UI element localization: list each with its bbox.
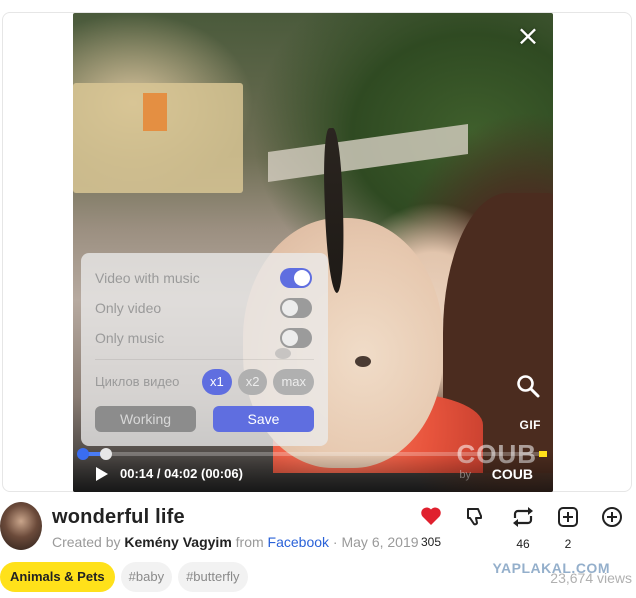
toggle-knob	[294, 270, 310, 286]
add-to-board-button[interactable]: 2	[553, 506, 583, 551]
save-button[interactable]: Save	[213, 406, 314, 432]
option-only-music[interactable]: Only music	[95, 323, 314, 353]
tag-category[interactable]: Animals & Pets	[0, 562, 115, 592]
playback-settings-panel: Video with music Only video Only music Ц…	[81, 253, 328, 446]
avatar[interactable]	[0, 502, 42, 550]
working-button[interactable]: Working	[95, 406, 196, 432]
tag-item[interactable]: #butterfly	[178, 562, 248, 592]
site-watermark: YAPLAKAL.COM	[492, 560, 610, 576]
player-controls: 00:14 / 04:02 (00:06) COUB	[73, 448, 553, 492]
byline: Created by Kemény Vagyim from Facebook ·…	[52, 534, 419, 550]
add-box-icon	[558, 507, 578, 527]
scene-bench	[268, 123, 468, 183]
close-button[interactable]: ×	[515, 22, 541, 50]
scene-eye	[355, 356, 371, 367]
progress-scrubber[interactable]	[100, 448, 113, 460]
like-count: 305	[420, 535, 442, 549]
loop-option-max[interactable]: max	[273, 369, 314, 395]
plus-circle-icon	[602, 507, 622, 527]
divider	[95, 359, 314, 360]
loop-option-x2[interactable]: x2	[237, 369, 268, 395]
toggle-knob	[282, 300, 298, 316]
source-link[interactable]: Facebook	[268, 534, 329, 550]
toggle-switch[interactable]	[280, 328, 312, 348]
option-video-with-music[interactable]: Video with music	[95, 263, 314, 293]
progress-end-marker	[539, 451, 547, 457]
option-label: Only music	[95, 330, 165, 346]
created-by-label: Created by	[52, 534, 121, 550]
more-button[interactable]	[597, 506, 627, 537]
like-button[interactable]: 305	[416, 506, 446, 549]
loop-options: x1 x2 max	[201, 369, 314, 395]
toggle-switch[interactable]	[280, 298, 312, 318]
play-icon[interactable]	[95, 466, 109, 482]
time-current: 00:14	[120, 466, 154, 481]
toggle-knob	[282, 330, 298, 346]
date: May 6, 2019	[341, 534, 419, 550]
search-icon[interactable]	[515, 373, 541, 399]
loop-count-label: Циклов видео	[95, 374, 180, 389]
coub-page: × Video with music Only video Only music…	[0, 0, 636, 598]
option-only-video[interactable]: Only video	[95, 293, 314, 323]
coub-meta: wonderful life Created by Kemény Vagyim …	[0, 496, 636, 556]
progress-start-marker	[77, 448, 89, 460]
recoub-button[interactable]: 46	[508, 506, 538, 551]
heart-icon	[421, 507, 441, 525]
dislike-button[interactable]	[460, 506, 490, 537]
settings-buttons: Working Save	[95, 406, 314, 432]
toggle-switch[interactable]	[280, 268, 312, 288]
recoub-icon	[513, 507, 533, 527]
from-label: from	[235, 534, 264, 550]
video-player[interactable]: × Video with music Only video Only music…	[73, 13, 553, 492]
progress-bar[interactable]	[77, 448, 547, 460]
time-total: 04:02	[164, 466, 198, 481]
option-label: Only video	[95, 300, 162, 316]
recoub-count: 46	[516, 537, 530, 551]
loop-count-row: Циклов видео x1 x2 max	[95, 368, 314, 396]
time-clip: (00:06)	[201, 466, 243, 481]
time-separator: /	[156, 466, 161, 481]
coub-title[interactable]: wonderful life	[52, 506, 185, 529]
separator: ·	[332, 534, 338, 550]
tag-list: Animals & Pets #baby #butterfly	[0, 562, 248, 592]
gif-button[interactable]: GIF	[520, 418, 542, 432]
action-buttons: 305 46 2	[416, 506, 626, 552]
tag-item[interactable]: #baby	[120, 562, 173, 592]
dislike-icon	[467, 508, 482, 526]
option-label: Video with music	[95, 270, 200, 286]
loop-option-x1[interactable]: x1	[201, 369, 232, 395]
coub-logo[interactable]: COUB	[492, 466, 533, 482]
time-display: 00:14 / 04:02 (00:06)	[120, 466, 243, 481]
author-link[interactable]: Kemény Vagyim	[124, 534, 231, 550]
scene-sign	[143, 93, 167, 131]
board-count: 2	[564, 537, 572, 551]
